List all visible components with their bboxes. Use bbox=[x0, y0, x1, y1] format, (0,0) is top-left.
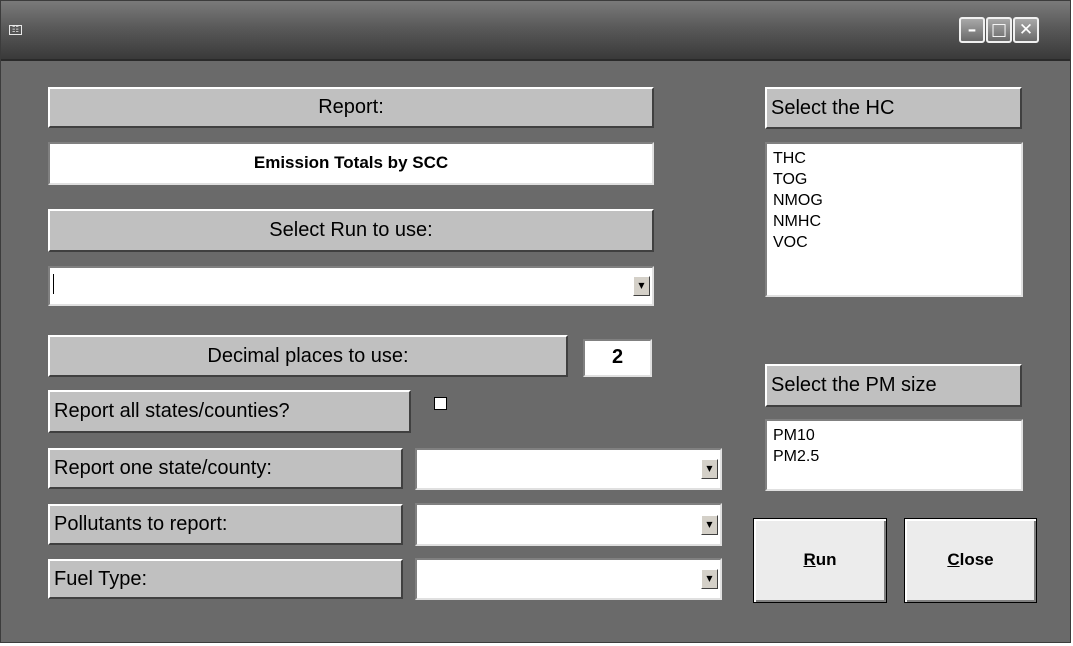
hc-list-item[interactable]: NMHC bbox=[767, 211, 1021, 232]
run-select[interactable]: ▼ bbox=[48, 266, 654, 306]
maximize-button[interactable]: □ bbox=[986, 17, 1012, 43]
report-label: Report: bbox=[48, 87, 654, 128]
select-hc-label: Select the HC bbox=[765, 87, 1022, 129]
close-button[interactable]: Close bbox=[904, 518, 1037, 603]
hc-list-item[interactable]: THC bbox=[767, 148, 1021, 169]
all-states-checkbox[interactable] bbox=[434, 397, 447, 410]
fuel-type-dropdown-arrow-icon[interactable]: ▼ bbox=[701, 569, 718, 589]
text-cursor bbox=[53, 274, 54, 294]
title-bar[interactable]: ☷ – □ ✕ bbox=[1, 1, 1070, 61]
hc-listbox[interactable]: THC TOG NMOG NMHC VOC bbox=[765, 142, 1023, 297]
pollutants-dropdown-arrow-icon[interactable]: ▼ bbox=[701, 514, 718, 535]
run-button-accelerator: R bbox=[803, 550, 816, 569]
report-dialog-window: ☷ – □ ✕ Report: Emission Totals by SCC S… bbox=[0, 0, 1071, 643]
all-states-label: Report all states/counties? bbox=[48, 390, 411, 433]
maximize-icon: □ bbox=[990, 20, 1008, 40]
pm-list-item[interactable]: PM2.5 bbox=[767, 446, 1021, 467]
decimal-places-label: Decimal places to use: bbox=[48, 335, 568, 377]
minimize-icon: – bbox=[967, 20, 977, 40]
close-button-accelerator: C bbox=[947, 550, 960, 569]
select-pm-label: Select the PM size bbox=[765, 364, 1022, 407]
system-menu-icon[interactable]: ☷ bbox=[9, 25, 22, 35]
pollutants-select[interactable]: ▼ bbox=[415, 503, 722, 546]
fuel-type-label: Fuel Type: bbox=[48, 559, 403, 599]
fuel-type-select[interactable]: ▼ bbox=[415, 558, 722, 600]
report-name-field: Emission Totals by SCC bbox=[48, 142, 654, 185]
hc-list-item[interactable]: NMOG bbox=[767, 190, 1021, 211]
hc-list-item[interactable]: TOG bbox=[767, 169, 1021, 190]
run-dropdown-arrow-icon[interactable]: ▼ bbox=[633, 276, 650, 296]
pollutants-label: Pollutants to report: bbox=[48, 504, 403, 545]
pm-list-item[interactable]: PM10 bbox=[767, 425, 1021, 446]
one-state-select[interactable]: ▼ bbox=[415, 448, 722, 490]
run-button[interactable]: Run bbox=[753, 518, 887, 603]
select-run-label: Select Run to use: bbox=[48, 209, 654, 252]
one-state-label: Report one state/county: bbox=[48, 448, 403, 489]
minimize-button[interactable]: – bbox=[959, 17, 985, 43]
close-button-label: lose bbox=[959, 550, 994, 569]
decimal-places-input[interactable]: 2 bbox=[583, 339, 652, 377]
one-state-dropdown-arrow-icon[interactable]: ▼ bbox=[701, 459, 718, 479]
close-icon: ✕ bbox=[1018, 20, 1034, 40]
run-button-label: un bbox=[815, 550, 837, 569]
close-window-button[interactable]: ✕ bbox=[1013, 17, 1039, 43]
hc-list-item[interactable]: VOC bbox=[767, 232, 1021, 253]
pm-listbox[interactable]: PM10 PM2.5 bbox=[765, 419, 1023, 491]
